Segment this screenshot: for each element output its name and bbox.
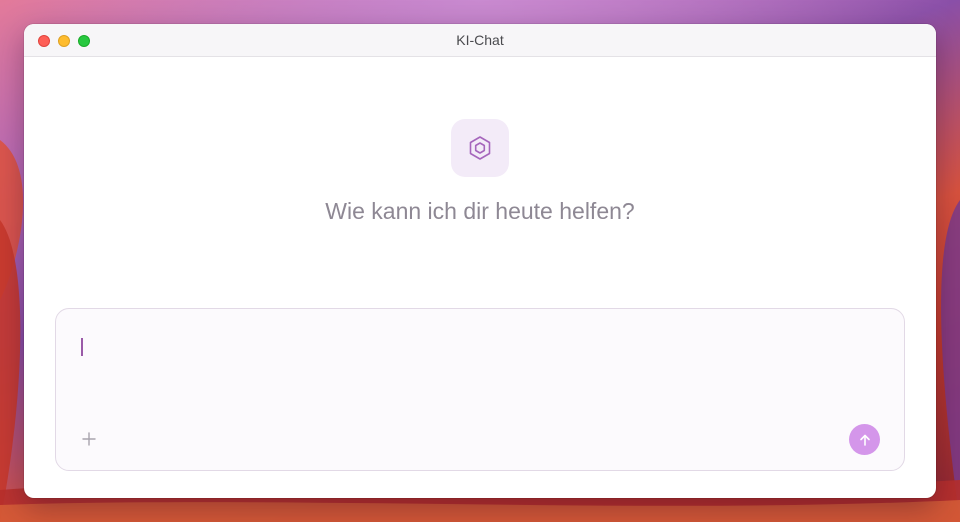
close-window-button[interactable]	[38, 35, 50, 47]
maximize-window-button[interactable]	[78, 35, 90, 47]
text-caret	[81, 338, 83, 356]
message-input[interactable]	[80, 335, 880, 395]
arrow-up-icon	[859, 434, 870, 446]
hexagon-icon	[469, 136, 491, 160]
send-button[interactable]	[849, 424, 880, 455]
message-composer[interactable]	[55, 308, 905, 471]
assistant-logo	[451, 119, 509, 177]
window-controls	[38, 35, 90, 47]
app-window: KI-Chat Wie kann ich dir heute helfen?	[24, 24, 936, 498]
plus-icon	[82, 432, 96, 446]
window-titlebar[interactable]: KI-Chat	[24, 24, 936, 57]
window-title: KI-Chat	[456, 32, 504, 48]
attach-button[interactable]	[78, 428, 100, 450]
greeting-heading: Wie kann ich dir heute helfen?	[325, 198, 635, 224]
minimize-window-button[interactable]	[58, 35, 70, 47]
